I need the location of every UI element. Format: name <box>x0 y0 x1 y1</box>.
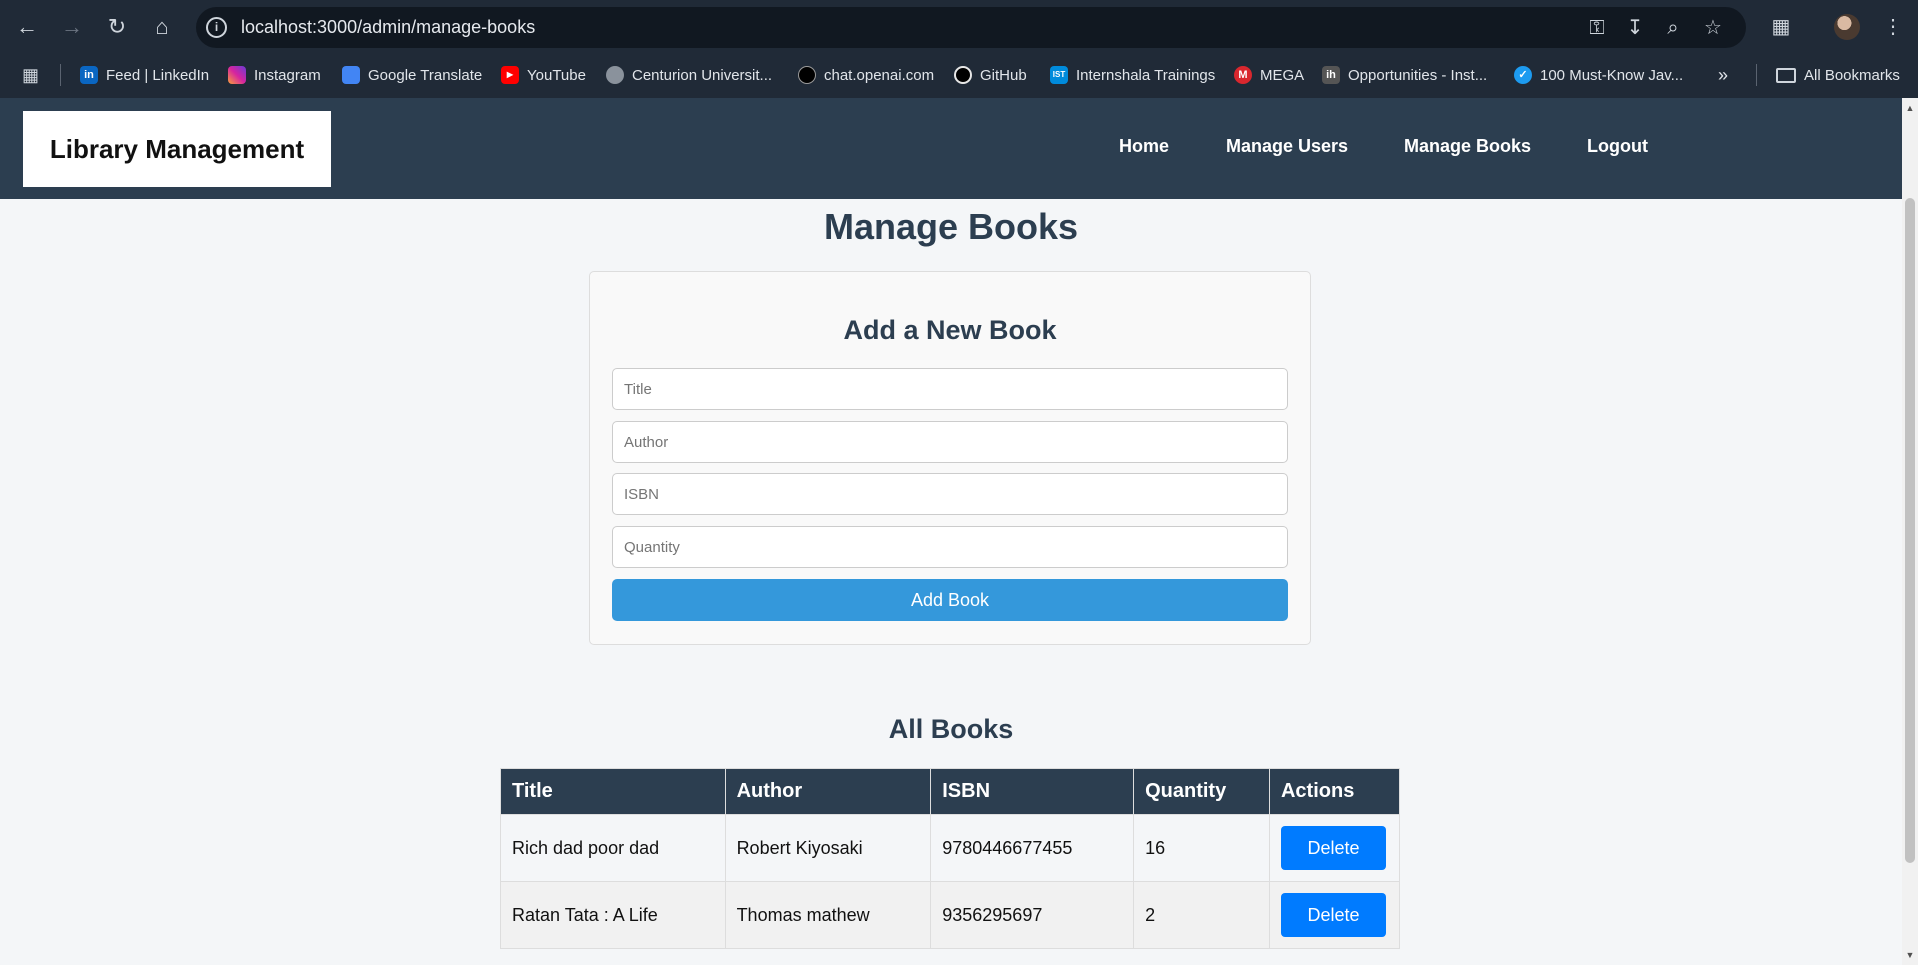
reload-icon[interactable]: ↻ <box>100 10 134 44</box>
author-input[interactable] <box>612 421 1288 463</box>
page-title: Manage Books <box>823 206 1079 247</box>
bookmark-centurion[interactable]: Centurion Universit... <box>606 64 772 86</box>
bookmark-label: Google Translate <box>368 66 483 84</box>
linkedin-icon: in <box>80 66 98 84</box>
more-bookmarks-chevron-icon[interactable]: » <box>1718 64 1728 86</box>
zoom-icon[interactable]: ⌕ <box>1660 16 1686 40</box>
url-text[interactable]: localhost:3000/admin/manage-books <box>241 17 535 38</box>
nav-manage-books[interactable]: Manage Books <box>1404 136 1531 157</box>
extensions-icon[interactable]: ▦ <box>1764 10 1798 44</box>
bookmark-github[interactable]: GitHub <box>954 64 1027 86</box>
address-bar[interactable]: i localhost:3000/admin/manage-books ⚿ ↧ … <box>196 7 1746 48</box>
add-book-button[interactable]: Add Book <box>612 579 1288 621</box>
bookmark-internshala[interactable]: IST Internshala Trainings <box>1050 64 1215 86</box>
add-book-form: Add a New Book Add Book <box>589 271 1311 645</box>
globe-icon <box>606 66 624 84</box>
all-bookmarks[interactable]: All Bookmarks <box>1776 64 1900 86</box>
back-icon[interactable]: ← <box>10 10 44 44</box>
delete-button[interactable]: Delete <box>1280 826 1386 870</box>
internshala-ih-icon: ih <box>1322 66 1340 84</box>
isbn-input[interactable] <box>612 473 1288 515</box>
table-row: Ratan Tata : A Life Thomas mathew 935629… <box>500 881 1401 949</box>
cell-quantity: 16 <box>1133 814 1270 882</box>
cell-isbn: 9356295697 <box>930 881 1135 949</box>
table-header-row: Title Author ISBN Quantity Actions <box>500 768 1401 815</box>
folder-icon <box>1776 67 1796 83</box>
browser-toolbar: ← → ↻ ⌂ i localhost:3000/admin/manage-bo… <box>0 0 1918 98</box>
bookmarks-divider <box>60 64 61 86</box>
openai-icon <box>798 66 816 84</box>
bookmark-label: MEGA <box>1260 66 1305 84</box>
github-icon <box>954 66 972 84</box>
bookmark-opportunities[interactable]: ih Opportunities - Inst... <box>1322 64 1487 86</box>
nav-manage-users[interactable]: Manage Users <box>1226 136 1348 157</box>
cell-author: Thomas mathew <box>724 881 932 949</box>
column-header-author: Author <box>724 768 932 815</box>
nav-logout[interactable]: Logout <box>1587 136 1648 157</box>
bookmark-label: Instagram <box>254 66 321 84</box>
cell-actions: Delete <box>1268 814 1401 882</box>
forward-icon[interactable]: → <box>55 10 89 44</box>
column-header-isbn: ISBN <box>930 768 1135 815</box>
bookmark-label: Feed | LinkedIn <box>106 66 210 84</box>
column-header-quantity: Quantity <box>1133 768 1270 815</box>
cell-isbn: 9780446677455 <box>930 814 1135 882</box>
bookmark-google-translate[interactable]: Google Translate <box>342 64 482 86</box>
bookmark-instagram[interactable]: Instagram <box>228 64 321 86</box>
bookmark-javascript[interactable]: ✓ 100 Must-Know Jav... <box>1514 64 1683 86</box>
bookmarks-divider <box>1756 64 1757 86</box>
bookmark-label: chat.openai.com <box>824 66 935 84</box>
bookmark-label: GitHub <box>980 66 1027 84</box>
bookmark-chatgpt[interactable]: chat.openai.com <box>798 64 934 86</box>
password-key-icon[interactable]: ⚿ <box>1584 16 1610 40</box>
brand-logo[interactable]: Library Management <box>23 111 331 187</box>
all-bookmarks-label: All Bookmarks <box>1804 66 1900 84</box>
home-icon[interactable]: ⌂ <box>145 10 179 44</box>
site-info-icon[interactable]: i <box>206 17 227 38</box>
title-input[interactable] <box>612 368 1288 410</box>
bookmark-label: 100 Must-Know Jav... <box>1540 66 1684 84</box>
check-badge-icon: ✓ <box>1514 66 1532 84</box>
internshala-icon: IST <box>1050 66 1068 84</box>
quantity-input[interactable] <box>612 526 1288 568</box>
install-app-icon[interactable]: ↧ <box>1622 16 1648 40</box>
column-header-title: Title <box>500 768 726 815</box>
table-row: Rich dad poor dad Robert Kiyosaki 978044… <box>500 814 1401 882</box>
bookmark-linkedin[interactable]: in Feed | LinkedIn <box>80 64 209 86</box>
menu-kebab-icon[interactable]: ⋮ <box>1876 10 1910 44</box>
mega-icon: M <box>1234 66 1252 84</box>
bookmark-youtube[interactable]: ▶ YouTube <box>501 64 586 86</box>
bookmark-star-icon[interactable]: ☆ <box>1700 16 1726 40</box>
scrollbar-thumb[interactable] <box>1905 198 1915 863</box>
bookmarks-bar: ▦ in Feed | LinkedIn Instagram Google Tr… <box>0 56 1918 92</box>
cell-title: Rich dad poor dad <box>500 814 726 882</box>
books-table: Title Author ISBN Quantity Actions Rich … <box>500 768 1401 949</box>
bookmark-label: Opportunities - Inst... <box>1348 66 1488 84</box>
google-translate-icon <box>342 66 360 84</box>
cell-actions: Delete <box>1268 881 1401 949</box>
youtube-icon: ▶ <box>501 66 519 84</box>
page-viewport: Library Management Home Manage Users Man… <box>0 98 1902 965</box>
page-scrollbar[interactable]: ▲ ▼ <box>1902 98 1918 965</box>
cell-title: Ratan Tata : A Life <box>500 881 726 949</box>
cell-quantity: 2 <box>1133 881 1270 949</box>
bookmark-label: Centurion Universit... <box>632 66 773 84</box>
column-header-actions: Actions <box>1268 768 1401 815</box>
cell-author: Robert Kiyosaki <box>724 814 932 882</box>
bookmark-label: YouTube <box>527 66 586 84</box>
instagram-icon <box>228 66 246 84</box>
scroll-up-icon[interactable]: ▲ <box>1902 100 1918 116</box>
bookmark-mega[interactable]: M MEGA <box>1234 64 1304 86</box>
bookmark-label: Internshala Trainings <box>1076 66 1216 84</box>
profile-avatar[interactable] <box>1834 14 1860 40</box>
delete-button[interactable]: Delete <box>1280 893 1386 937</box>
form-title: Add a New Book <box>843 315 1057 345</box>
all-books-title: All Books <box>888 714 1014 744</box>
site-header: Library Management Home Manage Users Man… <box>0 98 1902 199</box>
scroll-down-icon[interactable]: ▼ <box>1902 947 1918 963</box>
nav-home[interactable]: Home <box>1119 136 1169 157</box>
apps-grid-icon[interactable]: ▦ <box>22 65 42 85</box>
